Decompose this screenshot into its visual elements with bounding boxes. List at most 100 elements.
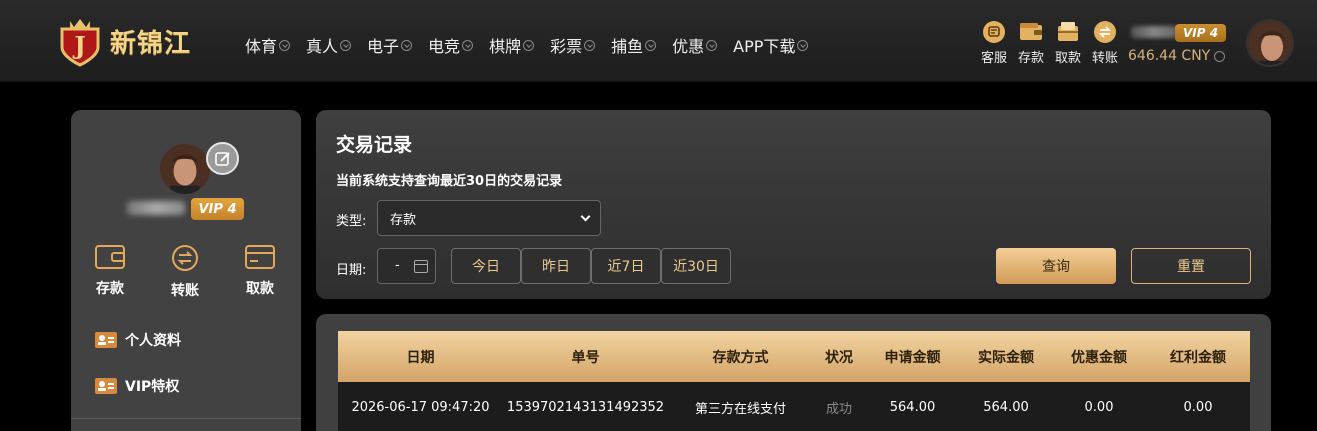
date-label: 日期: [336, 263, 367, 278]
divider [71, 418, 301, 419]
wallet-icon [1020, 23, 1042, 40]
nav-label: 棋牌 [489, 37, 522, 56]
quick-withdraw[interactable]: 取款 [1052, 20, 1084, 66]
nav-promotions[interactable]: 优惠 [672, 33, 718, 57]
crown-shield-icon: J [60, 19, 100, 67]
nav-live-casino[interactable]: 真人 [306, 33, 352, 57]
edit-profile-button[interactable] [206, 142, 239, 175]
chevron-down-icon [523, 39, 535, 51]
column-header: 实际金额 [978, 349, 1034, 366]
username-redacted [1131, 26, 1177, 38]
nav-esports[interactable]: 电竞 [428, 33, 474, 57]
nav-slots[interactable]: 电子 [367, 33, 413, 57]
account-sidebar: VIP 4 存款 转账 取款 个人资料 VIP特权 [71, 110, 301, 431]
card-icon [245, 245, 275, 269]
quick-label: 转账 [1091, 51, 1118, 66]
transaction-table-panel: 日期 单号 存款方式 状况 申请金额 实际金额 优惠金额 红利金额 2026-0… [316, 314, 1271, 431]
username-redacted [127, 201, 185, 215]
svg-text:J: J [72, 31, 85, 60]
nav-fishing[interactable]: 捕鱼 [611, 33, 657, 57]
quick-customer-service[interactable]: 客服 [978, 20, 1010, 66]
user-avatar-image [1248, 21, 1292, 65]
nav-label: 体育 [245, 37, 278, 56]
quick-label: 存款 [1017, 51, 1044, 66]
calendar-icon [414, 260, 428, 273]
type-label: 类型: [336, 214, 367, 229]
column-header: 单号 [571, 349, 600, 366]
query-button[interactable]: 查询 [996, 248, 1116, 284]
top-header: J 新锦江 体育 真人 电子 电竞 棋牌 彩票 捕鱼 优惠 APP下载 客服 存… [0, 0, 1317, 82]
quick-transfer[interactable]: 转账 [1089, 20, 1121, 66]
nav-cards[interactable]: 棋牌 [489, 33, 535, 57]
cell-order-number: 1539702143131492352 [506, 399, 665, 415]
vip-badge: VIP 4 [1175, 24, 1227, 42]
type-select-value: 存款 [390, 212, 417, 228]
balance-display[interactable]: 646.44 CNY [1128, 48, 1226, 64]
chevron-down-icon [580, 211, 591, 222]
withdraw-icon [1058, 22, 1078, 41]
user-avatar-image [160, 144, 210, 194]
table-header: 日期 单号 存款方式 状况 申请金额 实际金额 优惠金额 红利金额 [338, 331, 1250, 382]
column-header: 日期 [406, 349, 435, 366]
cell-date: 2026-06-17 09:47:20 [351, 399, 490, 415]
nav-lottery[interactable]: 彩票 [550, 33, 596, 57]
nav-sports[interactable]: 体育 [245, 33, 291, 57]
nav-label: APP下载 [733, 37, 796, 56]
range-7days-button[interactable]: 近7日 [591, 248, 661, 284]
page-subtitle: 当前系统支持查询最近30日的交易记录 [336, 174, 563, 189]
cell-bonus-amount: 0.00 [1183, 399, 1213, 415]
type-select[interactable]: 存款 [377, 200, 601, 236]
chevron-down-icon [279, 39, 291, 51]
chat-icon [983, 21, 1005, 43]
column-header: 存款方式 [712, 349, 769, 366]
edit-icon [214, 151, 230, 166]
quick-deposit[interactable]: 存款 [1015, 20, 1047, 66]
vip-badge: VIP 4 [191, 198, 244, 220]
action-label: 存款 [96, 281, 124, 297]
nav-label: 真人 [306, 37, 339, 56]
nav-label: 优惠 [672, 37, 705, 56]
range-30days-button[interactable]: 近30日 [661, 248, 731, 284]
quick-label: 取款 [1054, 51, 1081, 66]
cell-requested-amount: 564.00 [889, 399, 936, 415]
sidebar-deposit-button[interactable]: 存款 [85, 244, 135, 298]
nav-app-download[interactable]: APP下载 [733, 33, 809, 57]
action-label: 转账 [171, 283, 199, 299]
menu-label: 个人资料 [125, 333, 181, 349]
brand-logo[interactable]: J 新锦江 [56, 14, 216, 68]
nav-label: 电子 [367, 37, 400, 56]
chevron-down-icon [1214, 50, 1226, 62]
vip-card-icon [95, 378, 117, 394]
column-header: 红利金额 [1170, 349, 1226, 366]
reset-button[interactable]: 重置 [1131, 248, 1251, 284]
transfer-icon [172, 245, 198, 271]
sidebar-item-profile[interactable]: 个人资料 [95, 330, 181, 350]
transaction-table: 日期 单号 存款方式 状况 申请金额 实际金额 优惠金额 红利金额 2026-0… [338, 331, 1250, 431]
column-header: 申请金额 [884, 349, 941, 366]
chevron-down-icon [706, 39, 718, 51]
nav-label: 捕鱼 [611, 37, 644, 56]
chevron-down-icon [462, 39, 474, 51]
column-header: 状况 [825, 349, 853, 366]
cell-status: 成功 [825, 401, 852, 417]
range-yesterday-button[interactable]: 昨日 [521, 248, 591, 284]
nav-label: 电竞 [428, 37, 461, 56]
chevron-down-icon [645, 39, 657, 51]
sidebar-item-vip[interactable]: VIP特权 [95, 376, 179, 396]
menu-label: VIP特权 [125, 379, 180, 395]
cell-method: 第三方在线支付 [694, 401, 786, 417]
id-card-icon [95, 332, 117, 348]
chevron-down-icon [584, 39, 596, 51]
sidebar-transfer-button[interactable]: 转账 [160, 244, 210, 300]
column-header: 优惠金额 [1071, 349, 1127, 366]
range-today-button[interactable]: 今日 [451, 248, 521, 284]
date-value: - [395, 258, 400, 273]
cell-promo-amount: 0.00 [1084, 399, 1114, 415]
transfer-icon [1094, 21, 1116, 43]
sidebar-withdraw-button[interactable]: 取款 [235, 244, 285, 298]
balance-value: 646.44 CNY [1128, 48, 1211, 64]
avatar[interactable] [1246, 19, 1294, 67]
avatar [160, 144, 210, 194]
date-picker-input[interactable]: - [377, 248, 436, 284]
cell-actual-amount: 564.00 [983, 399, 1029, 415]
